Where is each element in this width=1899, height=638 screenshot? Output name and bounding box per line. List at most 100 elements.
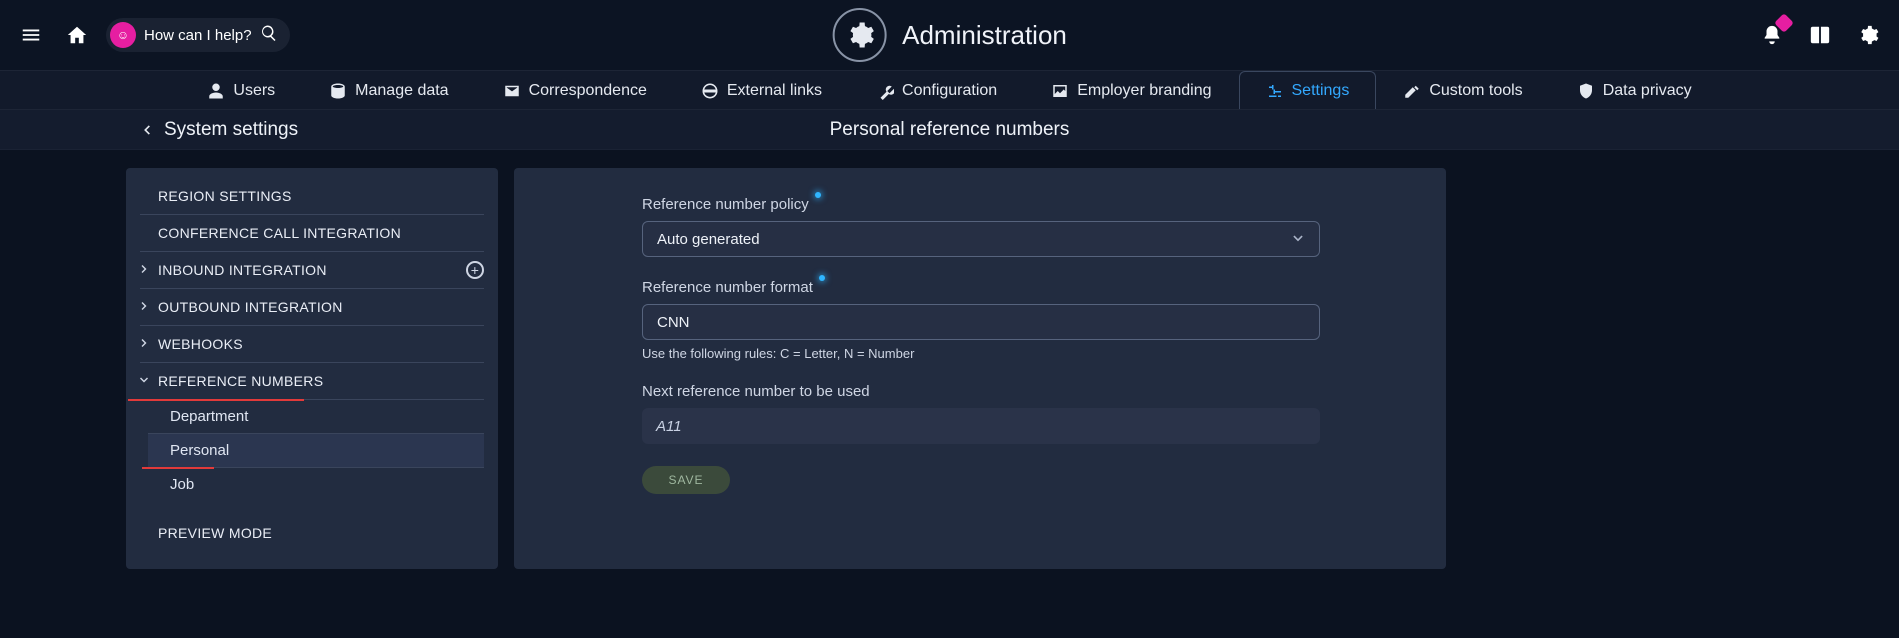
- chevron-right-icon: [138, 262, 150, 278]
- tab-users[interactable]: Users: [180, 71, 302, 109]
- topbar-left: ☺ How can I help?: [14, 18, 290, 52]
- hamburger-icon: [20, 24, 42, 46]
- tab-custom-tools[interactable]: Custom tools: [1376, 71, 1549, 109]
- select-value: Auto generated: [657, 231, 760, 248]
- home-icon: [66, 24, 88, 46]
- sidebar-item-outbound-integration[interactable]: OUTBOUND INTEGRATION: [140, 289, 484, 326]
- tab-label: Data privacy: [1603, 82, 1692, 100]
- sliders-icon: [1266, 82, 1284, 100]
- sidebar-item-inbound-integration[interactable]: INBOUND INTEGRATION +: [140, 252, 484, 289]
- field-reference-format: Reference number format Use the followin…: [514, 279, 1446, 361]
- content-area: REGION SETTINGS CONFERENCE CALL INTEGRAT…: [0, 150, 1899, 569]
- tab-label: Manage data: [355, 82, 448, 100]
- form-panel: Reference number policy Auto generated R…: [514, 168, 1446, 569]
- shield-icon: [1577, 82, 1595, 100]
- sidebar-item-region-settings[interactable]: REGION SETTINGS: [140, 178, 484, 215]
- notifications-button[interactable]: [1755, 18, 1789, 52]
- gear-icon: [1857, 24, 1879, 46]
- user-icon: [207, 82, 225, 100]
- chevron-down-icon: [1291, 232, 1305, 246]
- menu-button[interactable]: [14, 18, 48, 52]
- assistant-face-icon: ☺: [110, 22, 136, 48]
- sidebar-subitem-department[interactable]: Department: [148, 400, 484, 434]
- sidebar-subitem-label: Department: [170, 408, 248, 425]
- tab-label: Correspondence: [529, 82, 647, 100]
- required-indicator-icon: [819, 275, 825, 281]
- sidebar-item-label: REFERENCE NUMBERS: [158, 373, 323, 389]
- book-icon: [1809, 24, 1831, 46]
- sidebar-item-label: CONFERENCE CALL INTEGRATION: [158, 225, 401, 241]
- reference-format-input[interactable]: [642, 304, 1320, 340]
- settings-sidepanel: REGION SETTINGS CONFERENCE CALL INTEGRAT…: [126, 168, 498, 569]
- database-icon: [329, 82, 347, 100]
- tab-employer-branding[interactable]: Employer branding: [1024, 71, 1238, 109]
- sidebar-item-reference-numbers[interactable]: REFERENCE NUMBERS: [140, 363, 484, 400]
- globe-icon: [701, 82, 719, 100]
- sidebar-subitem-job[interactable]: Job: [148, 468, 484, 501]
- tab-label: Configuration: [902, 82, 997, 100]
- subheader: System settings Personal reference numbe…: [0, 110, 1899, 150]
- chevron-left-icon: [140, 123, 154, 137]
- chevron-right-icon: [138, 299, 150, 315]
- tab-label: Users: [233, 82, 275, 100]
- tab-label: External links: [727, 82, 822, 100]
- field-reference-policy: Reference number policy Auto generated: [514, 196, 1446, 257]
- sidebar-item-conference-call[interactable]: CONFERENCE CALL INTEGRATION: [140, 215, 484, 252]
- tab-label: Custom tools: [1429, 82, 1522, 100]
- tab-label: Employer branding: [1077, 82, 1211, 100]
- field-label: Next reference number to be used: [642, 383, 870, 400]
- pencil-ruler-icon: [1403, 82, 1421, 100]
- sidebar-subitem-personal[interactable]: Personal: [148, 434, 484, 468]
- help-search-text: How can I help?: [144, 27, 252, 44]
- label-text: Reference number format: [642, 279, 813, 296]
- tab-label: Settings: [1292, 82, 1350, 100]
- save-button-label: SAVE: [668, 473, 703, 487]
- tab-configuration[interactable]: Configuration: [849, 71, 1024, 109]
- sidebar-item-label: WEBHOOKS: [158, 336, 243, 352]
- label-text: Reference number policy: [642, 196, 809, 213]
- topbar-center: Administration: [832, 8, 1067, 62]
- page-title: Personal reference numbers: [830, 119, 1070, 141]
- page-app-title: Administration: [902, 20, 1067, 51]
- tab-manage-data[interactable]: Manage data: [302, 71, 475, 109]
- chevron-down-icon: [138, 373, 150, 389]
- field-label: Reference number format: [642, 279, 825, 296]
- topbar-right: [1755, 18, 1885, 52]
- sidebar-item-label: INBOUND INTEGRATION: [158, 262, 327, 278]
- wrench-icon: [876, 82, 894, 100]
- field-label: Reference number policy: [642, 196, 821, 213]
- tab-settings[interactable]: Settings: [1239, 71, 1377, 109]
- search-icon: [260, 24, 278, 47]
- help-search[interactable]: ☺ How can I help?: [106, 18, 290, 52]
- sidebar-item-preview-mode[interactable]: PREVIEW MODE: [140, 515, 484, 551]
- sidebar-subitem-label: Job: [170, 476, 194, 493]
- sidebar-item-label: PREVIEW MODE: [158, 525, 272, 541]
- home-button[interactable]: [60, 18, 94, 52]
- image-icon: [1051, 82, 1069, 100]
- format-hint: Use the following rules: C = Letter, N =…: [642, 346, 1406, 361]
- sidebar-item-label: OUTBOUND INTEGRATION: [158, 299, 343, 315]
- back-to-system-settings[interactable]: System settings: [140, 119, 298, 141]
- back-label: System settings: [164, 119, 298, 141]
- settings-button[interactable]: [1851, 18, 1885, 52]
- sidebar-item-label: REGION SETTINGS: [158, 188, 292, 204]
- tab-data-privacy[interactable]: Data privacy: [1550, 71, 1719, 109]
- reference-policy-select[interactable]: Auto generated: [642, 221, 1320, 257]
- tab-external-links[interactable]: External links: [674, 71, 849, 109]
- tab-correspondence[interactable]: Correspondence: [476, 71, 674, 109]
- admin-gear-icon: [832, 8, 886, 62]
- add-inbound-integration-button[interactable]: +: [466, 261, 484, 279]
- mail-icon: [503, 82, 521, 100]
- top-bar: ☺ How can I help? Administration: [0, 0, 1899, 70]
- save-button[interactable]: SAVE: [642, 466, 730, 494]
- chevron-right-icon: [138, 336, 150, 352]
- next-reference-display: A11: [642, 408, 1320, 444]
- next-reference-value: A11: [656, 418, 682, 435]
- admin-tabstrip: Users Manage data Correspondence Externa…: [0, 70, 1899, 110]
- label-text: Next reference number to be used: [642, 383, 870, 400]
- field-next-reference: Next reference number to be used A11: [514, 383, 1446, 444]
- sidebar-item-webhooks[interactable]: WEBHOOKS: [140, 326, 484, 363]
- library-button[interactable]: [1803, 18, 1837, 52]
- sidebar-subitem-label: Personal: [170, 442, 229, 459]
- required-indicator-icon: [815, 192, 821, 198]
